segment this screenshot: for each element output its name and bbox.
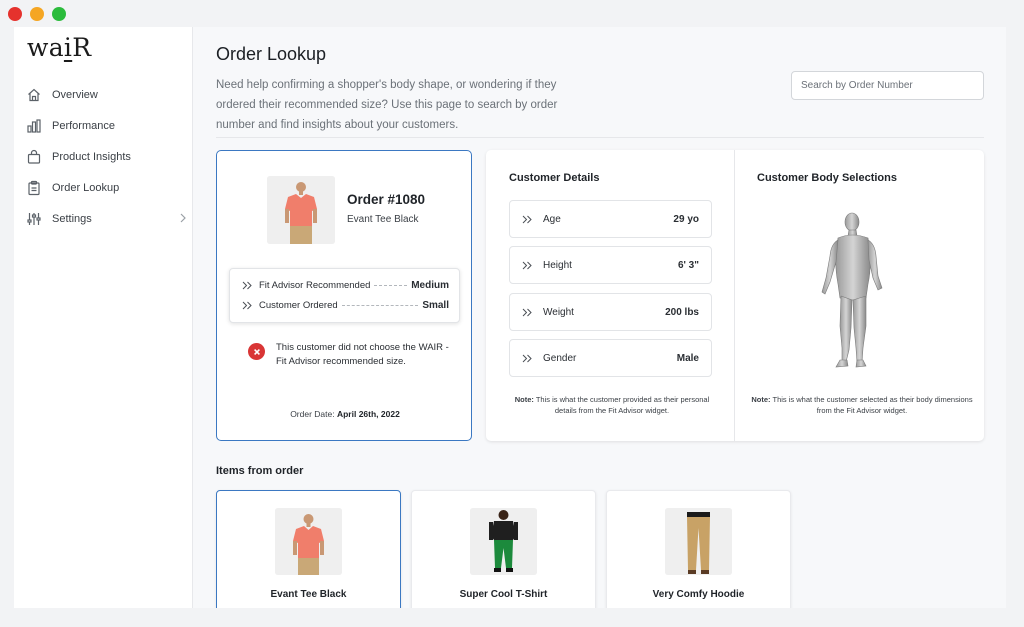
- double-chevron-right-icon: [522, 215, 532, 223]
- logo-part-end: R: [72, 33, 92, 62]
- note-text: This is what the customer selected as th…: [772, 395, 973, 415]
- detail-label: Gender: [543, 352, 577, 364]
- detail-value: 6' 3": [677, 259, 699, 271]
- zoom-window-button[interactable]: [52, 7, 66, 21]
- customer-details-title: Customer Details: [509, 172, 600, 184]
- app-window: waiR Overview Performance Product Insigh…: [14, 27, 1006, 608]
- fit-row-label: Fit Advisor Recommended: [259, 279, 371, 291]
- sidebar-item-label: Order Lookup: [52, 181, 120, 194]
- customer-details-card: Customer Details Age 29 yo Height 6' 3" …: [486, 150, 984, 441]
- item-name: Very Comfy Hoodie: [652, 589, 745, 600]
- order-product-image: [267, 176, 335, 244]
- dotted-leader: [341, 304, 419, 306]
- items-section-title: Items from order: [216, 465, 304, 477]
- fit-comparison-box: Fit Advisor Recommended Medium Customer …: [229, 268, 460, 323]
- note-text: This is what the customer provided as th…: [535, 395, 710, 415]
- detail-row-age: Age 29 yo: [509, 200, 712, 238]
- double-chevron-right-icon: [522, 354, 532, 362]
- page-title: Order Lookup: [216, 44, 327, 64]
- sidebar-item-label: Overview: [52, 88, 98, 101]
- item-image: [470, 508, 537, 575]
- size-mismatch-warning: This customer did not choose the WAIR - …: [276, 342, 449, 367]
- sidebar-item-product-insights[interactable]: Product Insights: [24, 141, 189, 172]
- detail-row-height: Height 6' 3": [509, 246, 712, 284]
- detail-label: Age: [543, 213, 561, 225]
- ordered-size-value: Small: [422, 299, 449, 311]
- detail-label: Height: [543, 259, 572, 271]
- detail-value: Male: [676, 352, 699, 364]
- order-summary-card[interactable]: Order #1080 Evant Tee Black Fit Advisor …: [216, 150, 472, 441]
- sidebar-item-overview[interactable]: Overview: [24, 79, 189, 110]
- fit-row-ordered: Customer Ordered Small: [242, 295, 449, 315]
- order-item-card[interactable]: Super Cool T-Shirt: [411, 490, 596, 608]
- home-icon: [26, 87, 42, 103]
- sidebar-item-settings[interactable]: Settings: [24, 203, 189, 234]
- bar-chart-icon: [26, 118, 42, 134]
- minimize-window-button[interactable]: [30, 7, 44, 21]
- item-image: [275, 508, 342, 575]
- sidebar-item-performance[interactable]: Performance: [24, 110, 189, 141]
- note-label: Note:: [514, 395, 534, 404]
- main-content: Order Lookup Need help confirming a shop…: [194, 27, 1006, 608]
- sidebar-item-label: Product Insights: [52, 150, 131, 163]
- logo-part: wa: [27, 33, 64, 62]
- sidebar-item-order-lookup[interactable]: Order Lookup: [24, 172, 189, 203]
- dotted-leader: [374, 284, 408, 286]
- error-x-icon: [248, 343, 265, 360]
- detail-value: 29 yo: [673, 213, 699, 225]
- item-image: [665, 508, 732, 575]
- sliders-icon: [26, 211, 42, 227]
- order-date-label: Order Date:: [290, 409, 335, 419]
- order-search-input[interactable]: [791, 71, 984, 100]
- order-date: Order Date: April 26th, 2022: [217, 409, 473, 419]
- note-label: Note:: [751, 395, 771, 404]
- body-selections-title: Customer Body Selections: [757, 172, 897, 184]
- close-window-button[interactable]: [8, 7, 22, 21]
- order-item-card[interactable]: Evant Tee Black: [216, 490, 401, 608]
- detail-value: 200 lbs: [665, 306, 699, 318]
- page-description: Need help confirming a shopper's body sh…: [216, 79, 558, 131]
- sidebar-item-label: Performance: [52, 119, 115, 132]
- order-number: Order #1080: [347, 192, 426, 207]
- fit-row-label: Customer Ordered: [259, 299, 338, 311]
- double-chevron-right-icon: [242, 281, 252, 289]
- chevron-right-icon[interactable]: [177, 211, 189, 225]
- body-selections-note: Note: This is what the customer selected…: [751, 394, 973, 416]
- order-product-name: Evant Tee Black: [347, 214, 419, 225]
- body-model-image: [821, 212, 883, 368]
- double-chevron-right-icon: [522, 261, 532, 269]
- header-divider: [216, 137, 984, 138]
- wair-logo[interactable]: waiR: [27, 33, 91, 62]
- sidebar-nav: Overview Performance Product Insights Or…: [24, 79, 189, 234]
- window-controls: [8, 7, 66, 21]
- sidebar: waiR Overview Performance Product Insigh…: [14, 27, 193, 608]
- card-divider: [734, 150, 735, 441]
- sidebar-item-label: Settings: [52, 212, 92, 225]
- detail-label: Weight: [543, 306, 574, 318]
- customer-details-note: Note: This is what the customer provided…: [512, 394, 712, 416]
- bag-icon: [26, 149, 42, 165]
- detail-row-gender: Gender Male: [509, 339, 712, 377]
- order-item-card[interactable]: Very Comfy Hoodie: [606, 490, 791, 608]
- fit-row-recommended: Fit Advisor Recommended Medium: [242, 275, 449, 295]
- item-name: Evant Tee Black: [270, 589, 347, 600]
- detail-row-weight: Weight 200 lbs: [509, 293, 712, 331]
- recommended-size-value: Medium: [411, 279, 449, 291]
- logo-part-underlined: i: [63, 33, 73, 62]
- item-name: Super Cool T-Shirt: [459, 589, 548, 600]
- double-chevron-right-icon: [242, 301, 252, 309]
- order-date-value: April 26th, 2022: [336, 409, 400, 419]
- clipboard-icon: [26, 180, 42, 196]
- double-chevron-right-icon: [522, 308, 532, 316]
